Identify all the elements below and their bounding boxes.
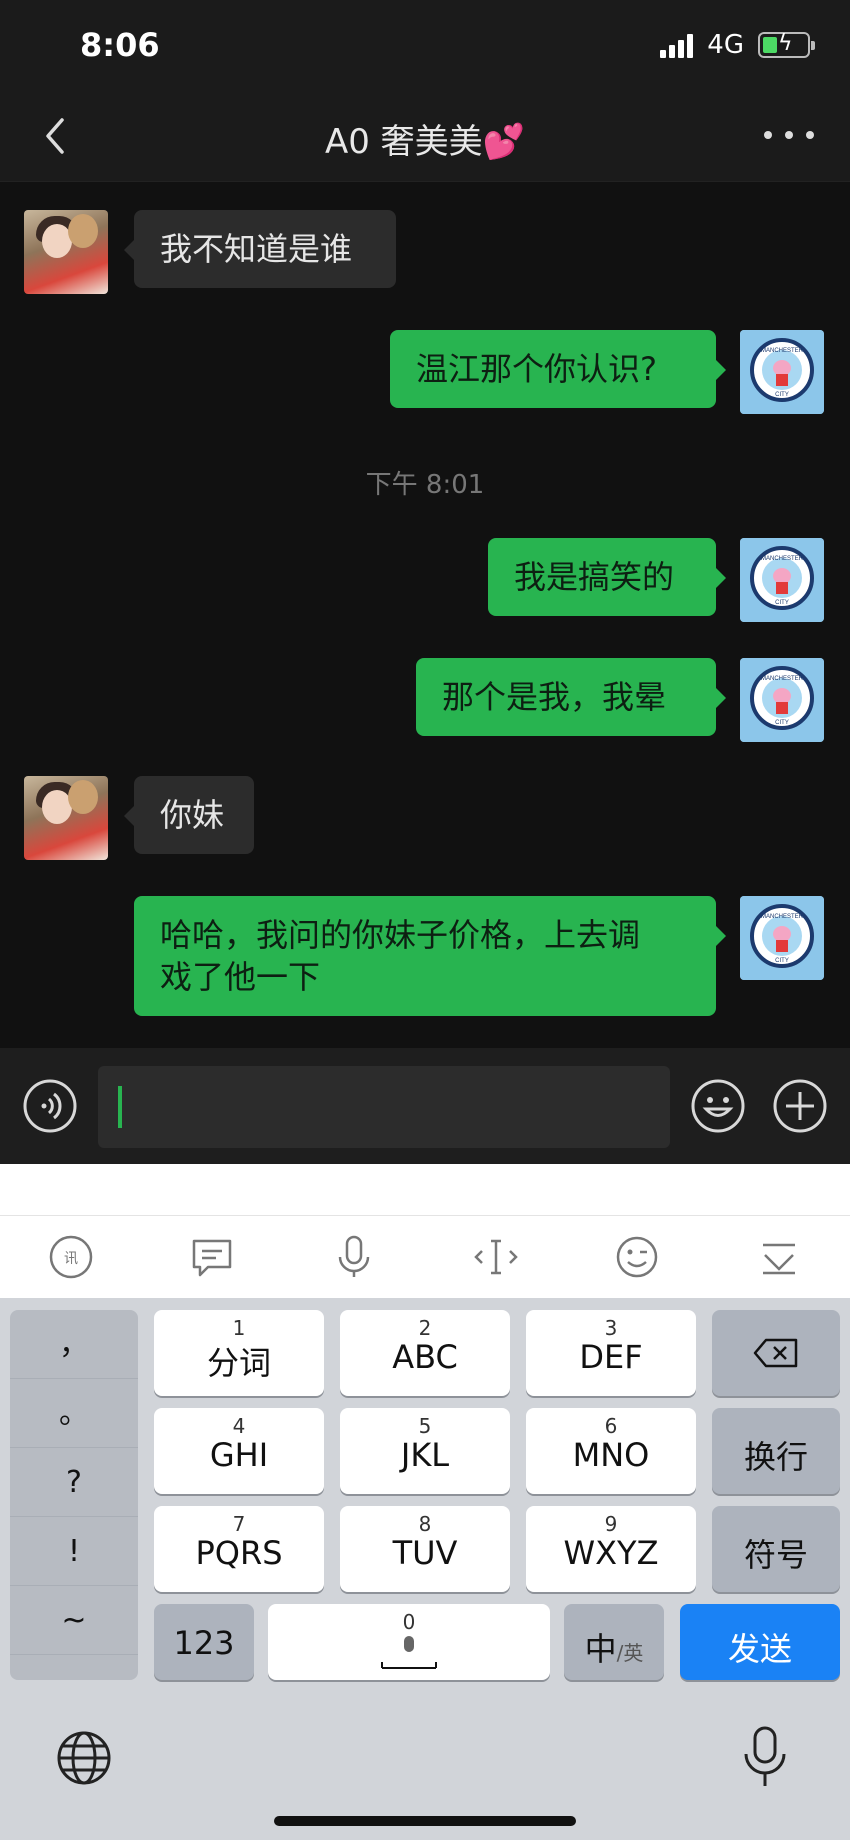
message-input[interactable]: [98, 1066, 670, 1148]
contact-avatar[interactable]: [24, 776, 108, 860]
home-indicator: [274, 1816, 576, 1826]
candidate-bar: [0, 1164, 850, 1216]
self-avatar[interactable]: MANCHESTER CITY: [740, 538, 824, 622]
key-1[interactable]: 1 分词: [154, 1310, 324, 1396]
keyboard-footer: [0, 1688, 850, 1840]
punctuation-column[interactable]: ， 。 ? ! ~: [10, 1310, 138, 1680]
microphone-icon[interactable]: [324, 1227, 384, 1287]
badge-text-bottom: CITY: [775, 720, 789, 726]
key-8[interactable]: 8 TUV: [340, 1506, 510, 1592]
cursor-move-icon[interactable]: [466, 1227, 526, 1287]
status-time: 8:06: [80, 26, 160, 64]
backspace-key[interactable]: [712, 1310, 840, 1396]
more-options-icon[interactable]: [764, 120, 814, 150]
message-bubble[interactable]: 温江那个你认识?: [390, 330, 726, 408]
key-4[interactable]: 4 GHI: [154, 1408, 324, 1494]
add-icon[interactable]: [772, 1078, 828, 1134]
voice-input-icon[interactable]: [22, 1078, 78, 1134]
comment-icon[interactable]: [182, 1227, 242, 1287]
self-avatar[interactable]: MANCHESTER CITY: [740, 658, 824, 742]
globe-icon[interactable]: [54, 1728, 114, 1788]
timestamp: 下午 8:01: [365, 470, 485, 500]
space-key[interactable]: 0: [268, 1604, 550, 1680]
battery-icon: ϟ: [758, 31, 815, 58]
language-switch-key[interactable]: 中/英: [564, 1604, 664, 1680]
badge-text-top: MANCHESTER: [761, 556, 804, 562]
send-button[interactable]: 发送: [680, 1604, 840, 1680]
chat-title: A0 奢美美💕: [324, 122, 526, 162]
ime-logo-icon[interactable]: 讯: [41, 1227, 101, 1287]
punct-key[interactable]: ~: [10, 1586, 138, 1655]
badge-text-bottom: CITY: [775, 600, 789, 606]
chat-header: A0 奢美美💕: [0, 90, 850, 182]
status-bar: 8:06 4G ϟ: [0, 0, 850, 90]
self-avatar[interactable]: MANCHESTER CITY: [740, 896, 824, 980]
key-9[interactable]: 9 WXYZ: [526, 1506, 696, 1592]
network-type: 4G: [707, 30, 744, 60]
message-bubble[interactable]: 我不知道是谁: [124, 210, 396, 288]
status-right: 4G ϟ: [660, 30, 815, 60]
badge-text-top: MANCHESTER: [761, 348, 804, 354]
message-bubble[interactable]: 你妹: [124, 776, 254, 854]
numbers-key[interactable]: 123: [154, 1604, 254, 1680]
keyboard-toolbar: 讯: [0, 1216, 850, 1298]
signal-icon: [660, 32, 694, 58]
message-bubble[interactable]: 哈哈，我问的你妹子价格，上去调 戏了他一下: [134, 896, 726, 1016]
collapse-keyboard-icon[interactable]: [749, 1227, 809, 1287]
contact-avatar[interactable]: [24, 210, 108, 294]
emoji-icon[interactable]: [690, 1078, 746, 1134]
message-bubble[interactable]: 我是搞笑的: [488, 538, 726, 616]
key-6[interactable]: 6 MNO: [526, 1408, 696, 1494]
badge-text-bottom: CITY: [775, 392, 789, 398]
message-bubble[interactable]: 那个是我，我晕: [416, 658, 726, 736]
key-5[interactable]: 5 JKL: [340, 1408, 510, 1494]
dictation-mic-icon[interactable]: [740, 1724, 790, 1790]
punct-key[interactable]: !: [10, 1517, 138, 1586]
space-mic-icon: [381, 1636, 437, 1669]
keyboard: ， 。 ? ! ~ 1 分词 2 ABC 3 DEF 4 GHI 5 JKL 6 MNO 换…: [0, 1298, 850, 1688]
punct-key[interactable]: 。: [10, 1379, 138, 1448]
input-bar: [0, 1048, 850, 1164]
message-list[interactable]: 我不知道是谁 温江那个你认识? MANCHESTER CITY 下午 8:01 …: [0, 182, 850, 1048]
badge-text-bottom: CITY: [775, 958, 789, 964]
self-avatar[interactable]: MANCHESTER CITY: [740, 330, 824, 414]
emoji-wink-icon[interactable]: [607, 1227, 667, 1287]
punct-key[interactable]: ?: [10, 1448, 138, 1517]
punct-key[interactable]: ，: [10, 1310, 138, 1379]
key-7[interactable]: 7 PQRS: [154, 1506, 324, 1592]
key-3[interactable]: 3 DEF: [526, 1310, 696, 1396]
svg-text:讯: 讯: [64, 1251, 78, 1267]
symbols-key[interactable]: 符号: [712, 1506, 840, 1592]
key-2[interactable]: 2 ABC: [340, 1310, 510, 1396]
badge-text-top: MANCHESTER: [761, 914, 804, 920]
badge-text-top: MANCHESTER: [761, 676, 804, 682]
newline-key[interactable]: 换行: [712, 1408, 840, 1494]
backspace-icon: [753, 1338, 798, 1368]
